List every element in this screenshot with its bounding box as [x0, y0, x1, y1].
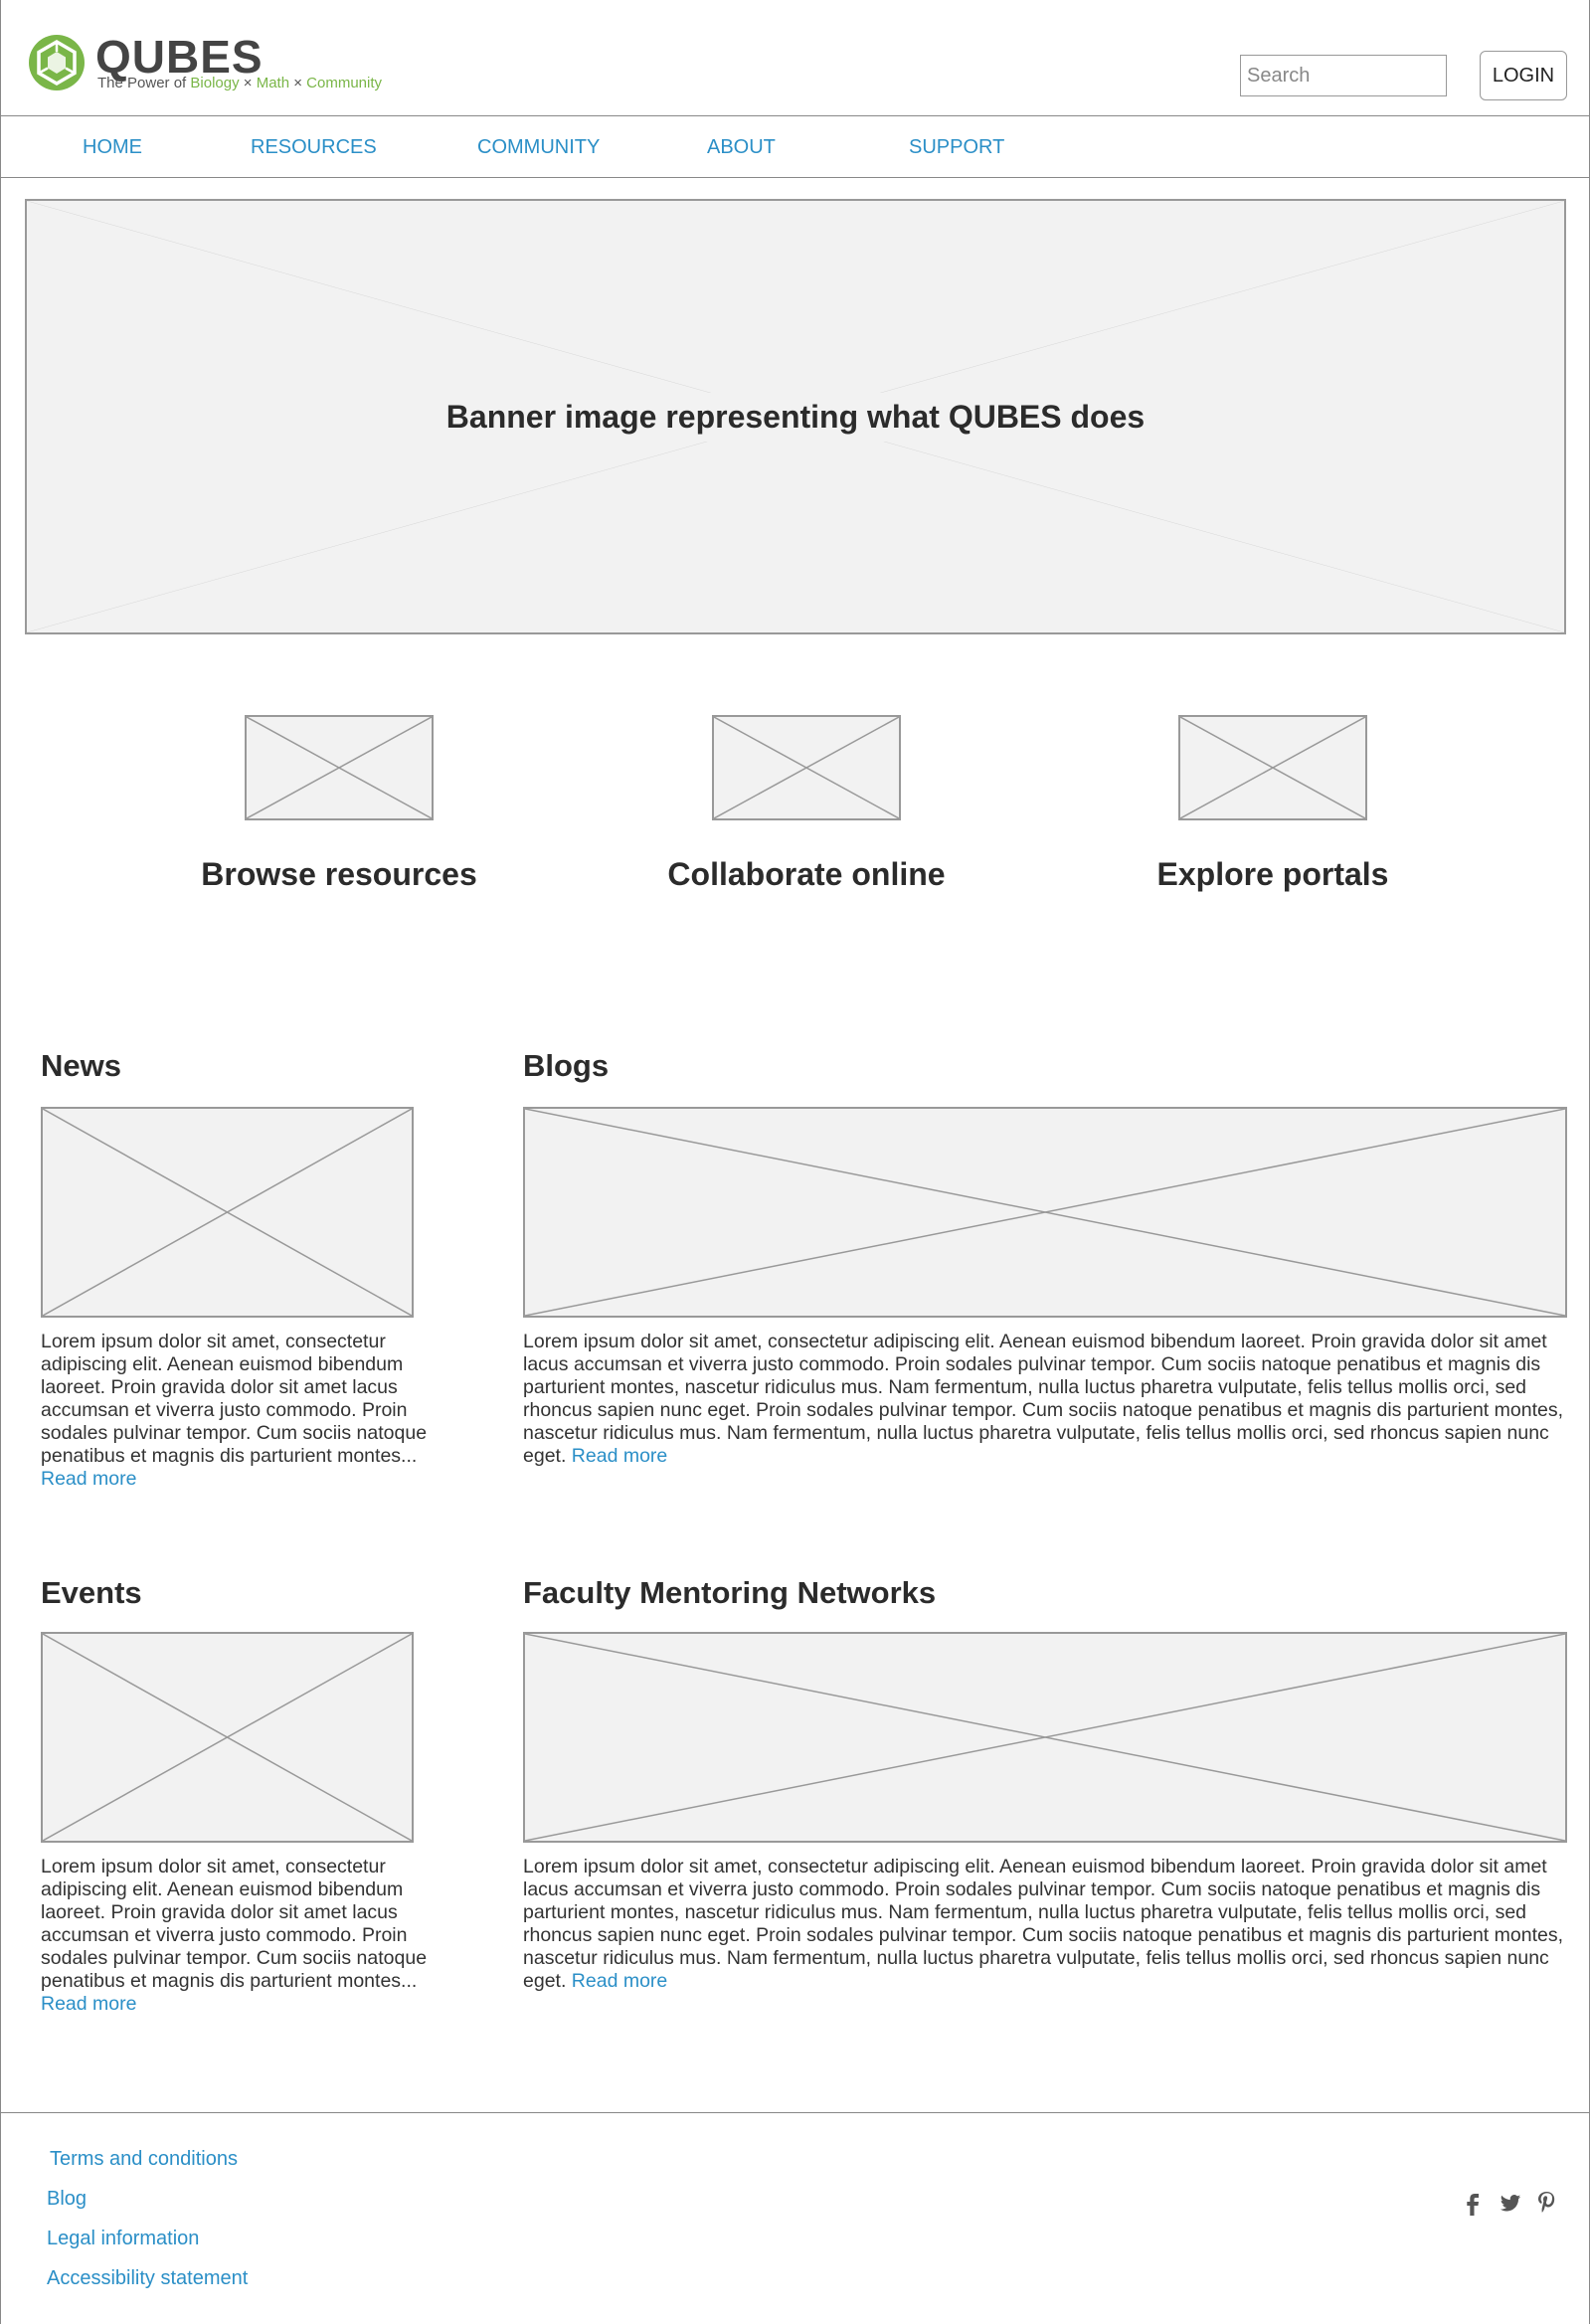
image-placeholder-icon — [525, 1109, 1565, 1316]
fmn-heading: Faculty Mentoring Networks — [523, 1575, 937, 1610]
nav-item-home[interactable]: HOME — [83, 136, 142, 159]
search-input[interactable] — [1240, 55, 1447, 96]
login-button[interactable]: LOGIN — [1480, 51, 1567, 100]
news-excerpt: Lorem ipsum dolor sit amet, consectetur … — [41, 1331, 429, 1491]
footer-link-accessibility[interactable]: Accessibility statement — [47, 2267, 248, 2290]
feature-collaborate-online[interactable]: Collaborate online — [608, 856, 1005, 893]
events-excerpt: Lorem ipsum dolor sit amet, consectetur … — [41, 1856, 429, 2016]
nav-item-about[interactable]: ABOUT — [707, 136, 776, 159]
main-nav: HOME RESOURCES COMMUNITY ABOUT SUPPORT — [0, 116, 1590, 178]
blogs-excerpt: Lorem ipsum dolor sit amet, consectetur … — [523, 1331, 1567, 1468]
image-placeholder-icon — [43, 1634, 412, 1841]
image-placeholder-icon — [43, 1109, 412, 1316]
image-placeholder-icon — [525, 1634, 1565, 1841]
fmn-read-more-link[interactable]: Read more — [572, 1970, 667, 1992]
events-image[interactable] — [41, 1632, 414, 1843]
site-footer: Terms and conditions Blog Legal informat… — [0, 2112, 1590, 2324]
news-image[interactable] — [41, 1107, 414, 1318]
tagline-community: Community — [306, 75, 383, 91]
collaborate-online-image[interactable] — [712, 715, 901, 820]
qubes-logo[interactable]: QUBES The Power of Biology × Math × Comm… — [28, 31, 406, 97]
tagline-separator: × — [239, 75, 257, 91]
twitter-icon[interactable] — [1499, 2190, 1522, 2216]
logo-tagline: The Power of Biology × Math × Community — [97, 75, 382, 91]
image-placeholder-icon — [714, 717, 899, 818]
footer-link-legal[interactable]: Legal information — [47, 2228, 199, 2250]
tagline-separator: × — [289, 75, 307, 91]
image-placeholder-icon — [1180, 717, 1365, 818]
fmn-excerpt: Lorem ipsum dolor sit amet, consectetur … — [523, 1856, 1567, 1993]
facebook-icon[interactable] — [1461, 2190, 1485, 2216]
tagline-prefix: The Power of — [97, 75, 191, 91]
blogs-read-more-link[interactable]: Read more — [572, 1445, 667, 1467]
blogs-body: Lorem ipsum dolor sit amet, consectetur … — [523, 1331, 1564, 1467]
nav-item-resources[interactable]: RESOURCES — [251, 136, 377, 159]
image-placeholder-icon — [247, 717, 432, 818]
tagline-biology: Biology — [190, 75, 240, 91]
site-header: QUBES The Power of Biology × Math × Comm… — [0, 0, 1590, 116]
banner-caption-wrap: Banner image representing what QUBES doe… — [27, 201, 1564, 632]
events-body: Lorem ipsum dolor sit amet, consectetur … — [41, 1856, 428, 1992]
news-heading: News — [41, 1048, 121, 1083]
fmn-body: Lorem ipsum dolor sit amet, consectetur … — [523, 1856, 1564, 1992]
hero-banner: Banner image representing what QUBES doe… — [25, 199, 1566, 634]
footer-link-blog[interactable]: Blog — [47, 2188, 87, 2211]
news-body: Lorem ipsum dolor sit amet, consectetur … — [41, 1331, 428, 1467]
feature-browse-resources[interactable]: Browse resources — [140, 856, 538, 893]
nav-item-support[interactable]: SUPPORT — [909, 136, 1004, 159]
events-read-more-link[interactable]: Read more — [41, 1993, 136, 2015]
banner-caption: Banner image representing what QUBES doe… — [432, 392, 1159, 442]
footer-link-terms[interactable]: Terms and conditions — [50, 2148, 238, 2171]
blogs-heading: Blogs — [523, 1048, 610, 1083]
feature-explore-portals[interactable]: Explore portals — [1074, 856, 1472, 893]
blogs-image[interactable] — [523, 1107, 1567, 1318]
events-heading: Events — [41, 1575, 142, 1610]
tagline-math: Math — [256, 75, 290, 91]
explore-portals-image[interactable] — [1178, 715, 1367, 820]
fmn-image[interactable] — [523, 1632, 1567, 1843]
nav-item-community[interactable]: COMMUNITY — [477, 136, 600, 159]
qubes-hexagon-icon — [29, 35, 85, 90]
news-read-more-link[interactable]: Read more — [41, 1468, 136, 1490]
pinterest-icon[interactable] — [1534, 2190, 1558, 2216]
browse-resources-image[interactable] — [245, 715, 434, 820]
